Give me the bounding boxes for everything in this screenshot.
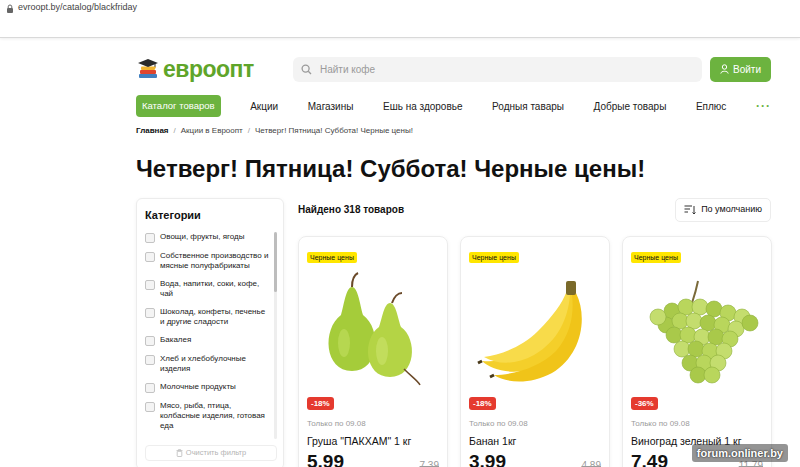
search-field[interactable] xyxy=(293,57,702,82)
offer-date: Только по 09.08 xyxy=(631,418,763,430)
breadcrumb-trail: Главная / Акции в Евроопт / Четверг! Пятница… xyxy=(136,125,771,137)
product-price: 3,99 xyxy=(469,452,506,467)
main-nav: Каталог товаров Акции Магазины Ешь на здоро… xyxy=(136,95,771,117)
product-grid: Черные цены -18% Только по 09.08 Груша "ПАК… xyxy=(298,236,771,467)
category-item[interactable]: Собственное производство и мясные полуфа… xyxy=(145,251,270,271)
category-items: Овощи, фрукты, ягоды Собственное производ… xyxy=(145,232,270,439)
category-label[interactable]: Шоколад, конфеты, печенье и другие сладо… xyxy=(160,307,270,327)
product-image[interactable] xyxy=(631,271,763,389)
price-row: 3,99 4,89 xyxy=(469,452,601,467)
watermark: forum.onliner.by xyxy=(692,444,788,463)
nav-link[interactable]: Магазины xyxy=(308,99,354,114)
offer-date: Только по 09.08 xyxy=(469,418,601,430)
category-item[interactable]: Овощи, фрукты, ягоды xyxy=(145,232,270,243)
address-bar[interactable]: evroopt.by/catalog/blackfriday xyxy=(0,0,800,16)
price-row: 5,99 7,39 xyxy=(307,452,439,467)
sort-button[interactable]: По умолчанию xyxy=(675,198,771,222)
category-item[interactable]: Шоколад, конфеты, печенье и другие сладо… xyxy=(145,307,270,327)
nav-link[interactable]: Еплюс xyxy=(696,99,726,114)
product-price: 7,49 xyxy=(631,452,668,467)
product-card[interactable]: Черные цены -18% Только по 09.08 Банан 1кг 3… xyxy=(460,236,610,467)
promo-badge: Черные цены xyxy=(631,252,681,263)
product-image[interactable] xyxy=(469,271,601,389)
browser-bar: evroopt.by/catalog/blackfriday xyxy=(0,0,800,38)
user-icon xyxy=(720,64,729,74)
breadcrumb-link[interactable]: Четверг! Пятница! Суббота! Черные цены! xyxy=(255,125,413,137)
nav-link[interactable]: Акции xyxy=(250,99,278,114)
nav-link[interactable]: Родныя тавары xyxy=(492,99,564,114)
offer-date: Только по 09.08 xyxy=(307,418,439,430)
login-button[interactable]: Войти xyxy=(710,57,771,82)
category-checkbox[interactable] xyxy=(145,280,155,290)
discount-badge: -18% xyxy=(469,397,496,411)
site-logo[interactable]: евроопт xyxy=(136,57,285,81)
sort-icon xyxy=(684,205,696,215)
category-item[interactable]: Вода, напитки, соки, кофе, чай xyxy=(145,279,270,299)
old-price: 4,89 xyxy=(582,458,601,467)
site-header: евроопт Войти xyxy=(136,56,771,82)
sort-label[interactable]: По умолчанию xyxy=(701,203,762,217)
scrollbar-track[interactable] xyxy=(274,232,277,439)
category-item[interactable]: Хлеб и хлебобулочные изделия xyxy=(145,354,270,374)
old-price: 7,39 xyxy=(420,458,439,467)
discount-badge: -18% xyxy=(307,397,334,411)
category-label[interactable]: Собственное производство и мясные полуфа… xyxy=(160,251,270,271)
page-content: евроопт Войти Каталог товаров Акции Магазины… xyxy=(136,56,771,467)
nav-link[interactable]: Добрые товары xyxy=(594,99,667,114)
login-label[interactable]: Войти xyxy=(733,62,761,77)
breadcrumb-separator: / xyxy=(174,125,176,137)
product-card[interactable]: Черные цены -18% Только по 09.08 Груша "ПАК… xyxy=(298,236,448,467)
discount-badge: -36% xyxy=(631,397,658,411)
category-checkbox[interactable] xyxy=(145,355,155,365)
logo-text[interactable]: евроопт xyxy=(163,58,254,81)
product-name[interactable]: Банан 1кг xyxy=(469,434,601,450)
product-image[interactable] xyxy=(307,271,439,389)
category-item[interactable]: Молочные продукты xyxy=(145,382,270,393)
results-header: Найдено 318 товаров По умолчанию xyxy=(298,198,771,222)
category-checkbox[interactable] xyxy=(145,233,155,243)
search-icon xyxy=(301,64,312,75)
category-checkbox[interactable] xyxy=(145,383,155,393)
category-label[interactable]: Молочные продукты xyxy=(160,382,236,393)
breadcrumb-separator: / xyxy=(248,125,250,137)
clear-filter-label: Очистить фильтр xyxy=(186,447,246,458)
category-label[interactable]: Хлеб и хлебобулочные изделия xyxy=(160,354,270,374)
results-count: Найдено 318 товаров xyxy=(298,202,404,217)
category-label[interactable]: Овощи, фрукты, ягоды xyxy=(160,232,244,243)
lock-icon xyxy=(6,4,14,13)
category-item[interactable]: Бакалея xyxy=(145,335,270,346)
catalog-area: Категории Овощи, фрукты, ягоды Собственное… xyxy=(136,198,771,467)
url-text[interactable]: evroopt.by/catalog/blackfriday xyxy=(18,1,137,15)
product-price: 5,99 xyxy=(307,452,344,467)
category-label[interactable]: Вода, напитки, соки, кофе, чай xyxy=(160,279,270,299)
more-button[interactable]: ··· xyxy=(756,97,771,115)
page-title: Четверг! Пятница! Суббота! Черные цены! xyxy=(136,155,771,184)
category-label[interactable]: Мясо, рыба, птица, колбасные изделия, го… xyxy=(160,401,270,431)
promo-badge: Черные цены xyxy=(469,252,519,263)
filter-title: Категории xyxy=(145,207,277,224)
product-name[interactable]: Груша "ПАКХАМ" 1 кг xyxy=(307,434,439,450)
trash-icon xyxy=(176,449,183,457)
search-input[interactable] xyxy=(318,61,694,78)
breadcrumb-link[interactable]: Главная xyxy=(136,125,169,137)
category-item[interactable]: Мясо, рыба, птица, колбасные изделия, го… xyxy=(145,401,270,431)
catalog-button[interactable]: Каталог товаров xyxy=(136,95,221,117)
category-checkbox[interactable] xyxy=(145,252,155,262)
category-label[interactable]: Бакалея xyxy=(160,335,191,346)
clear-filter-button: Очистить фильтр xyxy=(145,445,277,461)
category-checkbox[interactable] xyxy=(145,308,155,318)
breadcrumb-link[interactable]: Акции в Евроопт xyxy=(181,125,243,137)
category-checkbox[interactable] xyxy=(145,402,155,412)
scrollbar-thumb[interactable] xyxy=(274,232,277,292)
category-filter: Категории Овощи, фрукты, ягоды Собственное… xyxy=(136,198,284,467)
category-list: Овощи, фрукты, ягоды Собственное производ… xyxy=(145,232,277,439)
results-panel: Найдено 318 товаров По умолчанию Черные це… xyxy=(298,198,771,467)
nav-link[interactable]: Ешь на здоровье xyxy=(383,99,463,114)
books-cap-icon xyxy=(136,57,160,81)
product-card[interactable]: Черные цены-36%Только по 09.08Виноград з… xyxy=(622,236,772,467)
category-checkbox[interactable] xyxy=(145,336,155,346)
promo-badge: Черные цены xyxy=(307,252,357,263)
